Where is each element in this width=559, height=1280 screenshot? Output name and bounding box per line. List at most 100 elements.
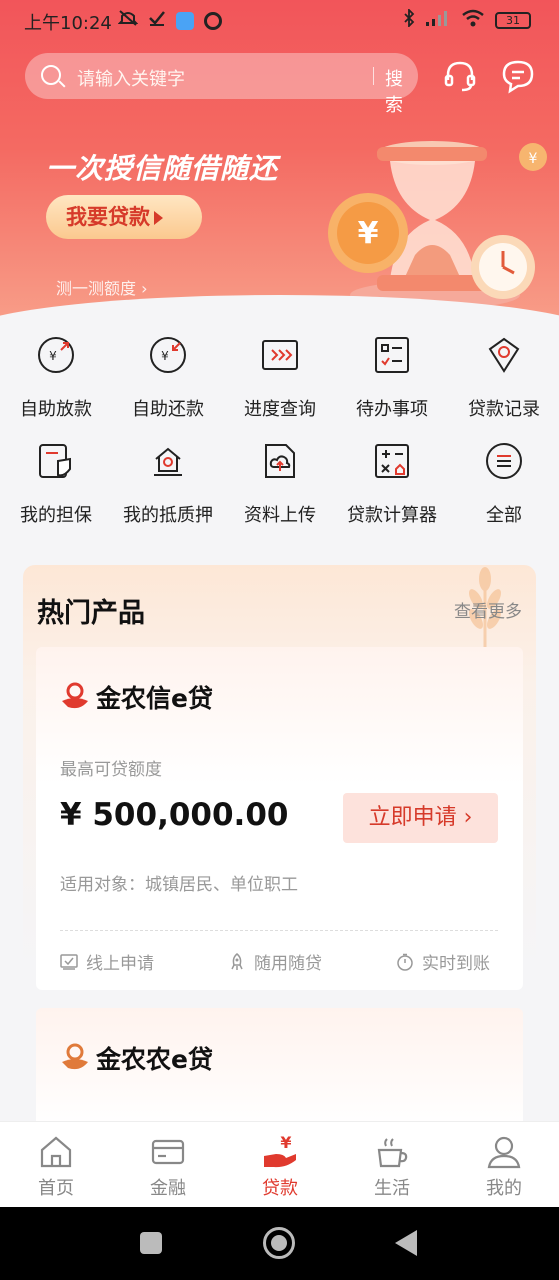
tab-loan[interactable]: ¥ 贷款 [224, 1122, 336, 1208]
status-system-icons: 31 [403, 7, 531, 32]
svg-text:¥: ¥ [280, 1134, 291, 1152]
product-name: 金农信e贷 [96, 684, 213, 713]
feature-grid: ¥ 自助放款 ¥ 自助还款 进度查询 待办事项 贷款记录 我的担保 我的抵质押 … [0, 325, 559, 540]
headset-icon[interactable] [442, 58, 478, 94]
limit-label: 最高可贷额度 [60, 760, 162, 780]
hot-products-section: 热门产品 查看更多 金农信e贷 最高可贷额度 ¥ 500,000.00 立即申请… [23, 565, 536, 1125]
bluetooth-icon [403, 7, 415, 32]
search-button[interactable]: 搜索 [385, 65, 418, 117]
feature-label: 我的担保 [20, 505, 92, 526]
signal-icon [425, 10, 451, 31]
feature-upload[interactable]: 资料上传 [224, 431, 336, 531]
search-bar[interactable]: 请输入关键字 搜索 [25, 53, 418, 116]
tab-life[interactable]: 生活 [336, 1122, 448, 1208]
tab-label: 我的 [486, 1178, 522, 1199]
apply-loan-label: 我要贷款 [66, 205, 150, 229]
feature-label: 待办事项 [356, 399, 428, 420]
recent-apps-button[interactable] [140, 1232, 162, 1254]
online-apply-icon [60, 953, 78, 970]
record-icon [204, 11, 222, 30]
app-notification-icon [176, 11, 194, 30]
search-icon [41, 65, 61, 85]
search-input[interactable]: 请输入关键字 [77, 65, 185, 91]
system-navigation-bar [0, 1207, 559, 1280]
feature-label: 进度查询 [244, 399, 316, 420]
tab-mine[interactable]: 我的 [448, 1122, 559, 1208]
status-notification-icons [117, 9, 222, 32]
feature-self-lend[interactable]: ¥ 自助放款 [0, 325, 112, 425]
home-icon [40, 1136, 72, 1168]
rocket-icon [231, 952, 243, 970]
svg-text:¥: ¥ [358, 216, 379, 251]
limit-amount: ¥ 500,000.00 [60, 797, 289, 833]
dashed-divider [60, 930, 498, 931]
mortgage-icon [154, 447, 182, 476]
section-title: 热门产品 [37, 598, 145, 629]
svg-text:¥: ¥ [49, 349, 57, 363]
svg-text:¥: ¥ [529, 151, 538, 167]
timer-icon [397, 953, 413, 971]
user-icon [487, 1136, 521, 1169]
message-icon[interactable] [500, 58, 536, 94]
bottom-tab-bar: 首页 金融 ¥ 贷款 生活 我的 [0, 1121, 559, 1207]
target-audience: 适用对象：城镇居民、单位职工 [60, 875, 298, 895]
todo-icon [375, 337, 409, 373]
feature-guarantee[interactable]: 我的担保 [0, 431, 112, 531]
status-time: 上午10:24 [24, 13, 112, 34]
check-icon [148, 9, 166, 32]
battery-icon: 31 [495, 12, 531, 29]
tab-home[interactable]: 首页 [0, 1122, 112, 1208]
feature-label: 自助还款 [132, 399, 204, 420]
search-divider [373, 67, 374, 85]
tab-finance[interactable]: 金融 [112, 1122, 224, 1208]
svg-text:¥: ¥ [161, 349, 169, 363]
view-more-link[interactable]: 查看更多 [454, 597, 522, 622]
product-name: 金农农e贷 [96, 1045, 213, 1074]
tab-label: 贷款 [262, 1178, 298, 1199]
feature-mortgage[interactable]: 我的抵质押 [112, 431, 224, 531]
feature-todo[interactable]: 待办事项 [336, 325, 448, 425]
feature-loan-record[interactable]: 贷款记录 [448, 325, 559, 425]
feature-progress[interactable]: 进度查询 [224, 325, 336, 425]
card-icon [151, 1139, 185, 1165]
banner-title: 一次授信随借随还 [46, 152, 279, 185]
home-button[interactable] [263, 1227, 295, 1259]
feature-all[interactable]: 全部 [448, 431, 559, 531]
bank-logo-icon [62, 682, 88, 709]
upload-icon [265, 444, 295, 478]
feature-label: 贷款记录 [468, 399, 540, 420]
wifi-icon [461, 9, 485, 32]
coffee-icon [377, 1138, 408, 1168]
feature-text: 线上申请 [86, 954, 154, 974]
apply-now-button[interactable]: 立即申请 › [343, 793, 498, 843]
triangle-right-icon [154, 211, 163, 225]
loan-icon: ¥ [264, 1134, 296, 1168]
loan-record-icon [488, 337, 520, 373]
feature-label: 资料上传 [244, 505, 316, 526]
feature-calculator[interactable]: 贷款计算器 [336, 431, 448, 531]
guarantee-icon [39, 444, 71, 478]
feature-text: 随用随贷 [254, 954, 322, 974]
feature-online-apply: 线上申请 [60, 949, 154, 974]
progress-icon [262, 340, 298, 370]
feature-instant: 实时到账 [396, 949, 490, 974]
tab-label: 首页 [38, 1178, 74, 1199]
feature-label: 自助放款 [20, 399, 92, 420]
back-button[interactable] [395, 1230, 417, 1256]
feature-self-repay[interactable]: ¥ 自助还款 [112, 325, 224, 425]
tab-label: 生活 [374, 1178, 410, 1199]
product-card[interactable]: 金农农e贷 [36, 1008, 523, 1125]
quota-test-link[interactable]: 测一测额度 › [56, 275, 148, 299]
self-repay-icon: ¥ [150, 337, 186, 373]
feature-label: 贷款计算器 [347, 505, 437, 526]
product-card[interactable]: 金农信e贷 最高可贷额度 ¥ 500,000.00 立即申请 › 适用对象：城镇… [36, 647, 523, 990]
farm-logo-icon [62, 1043, 88, 1070]
status-bar: 上午10:24 31 [0, 0, 559, 42]
self-lend-icon: ¥ [38, 337, 74, 373]
feature-use-anytime: 随用随贷 [228, 949, 322, 974]
hero-banner: 上午10:24 31 请输入关键字 搜索 一次授信随借随还 我要贷款 测一测额度… [0, 0, 559, 330]
feature-text: 实时到账 [422, 954, 490, 974]
apply-loan-button[interactable]: 我要贷款 [46, 195, 202, 239]
calculator-icon [375, 444, 409, 478]
feature-label: 全部 [486, 505, 522, 526]
